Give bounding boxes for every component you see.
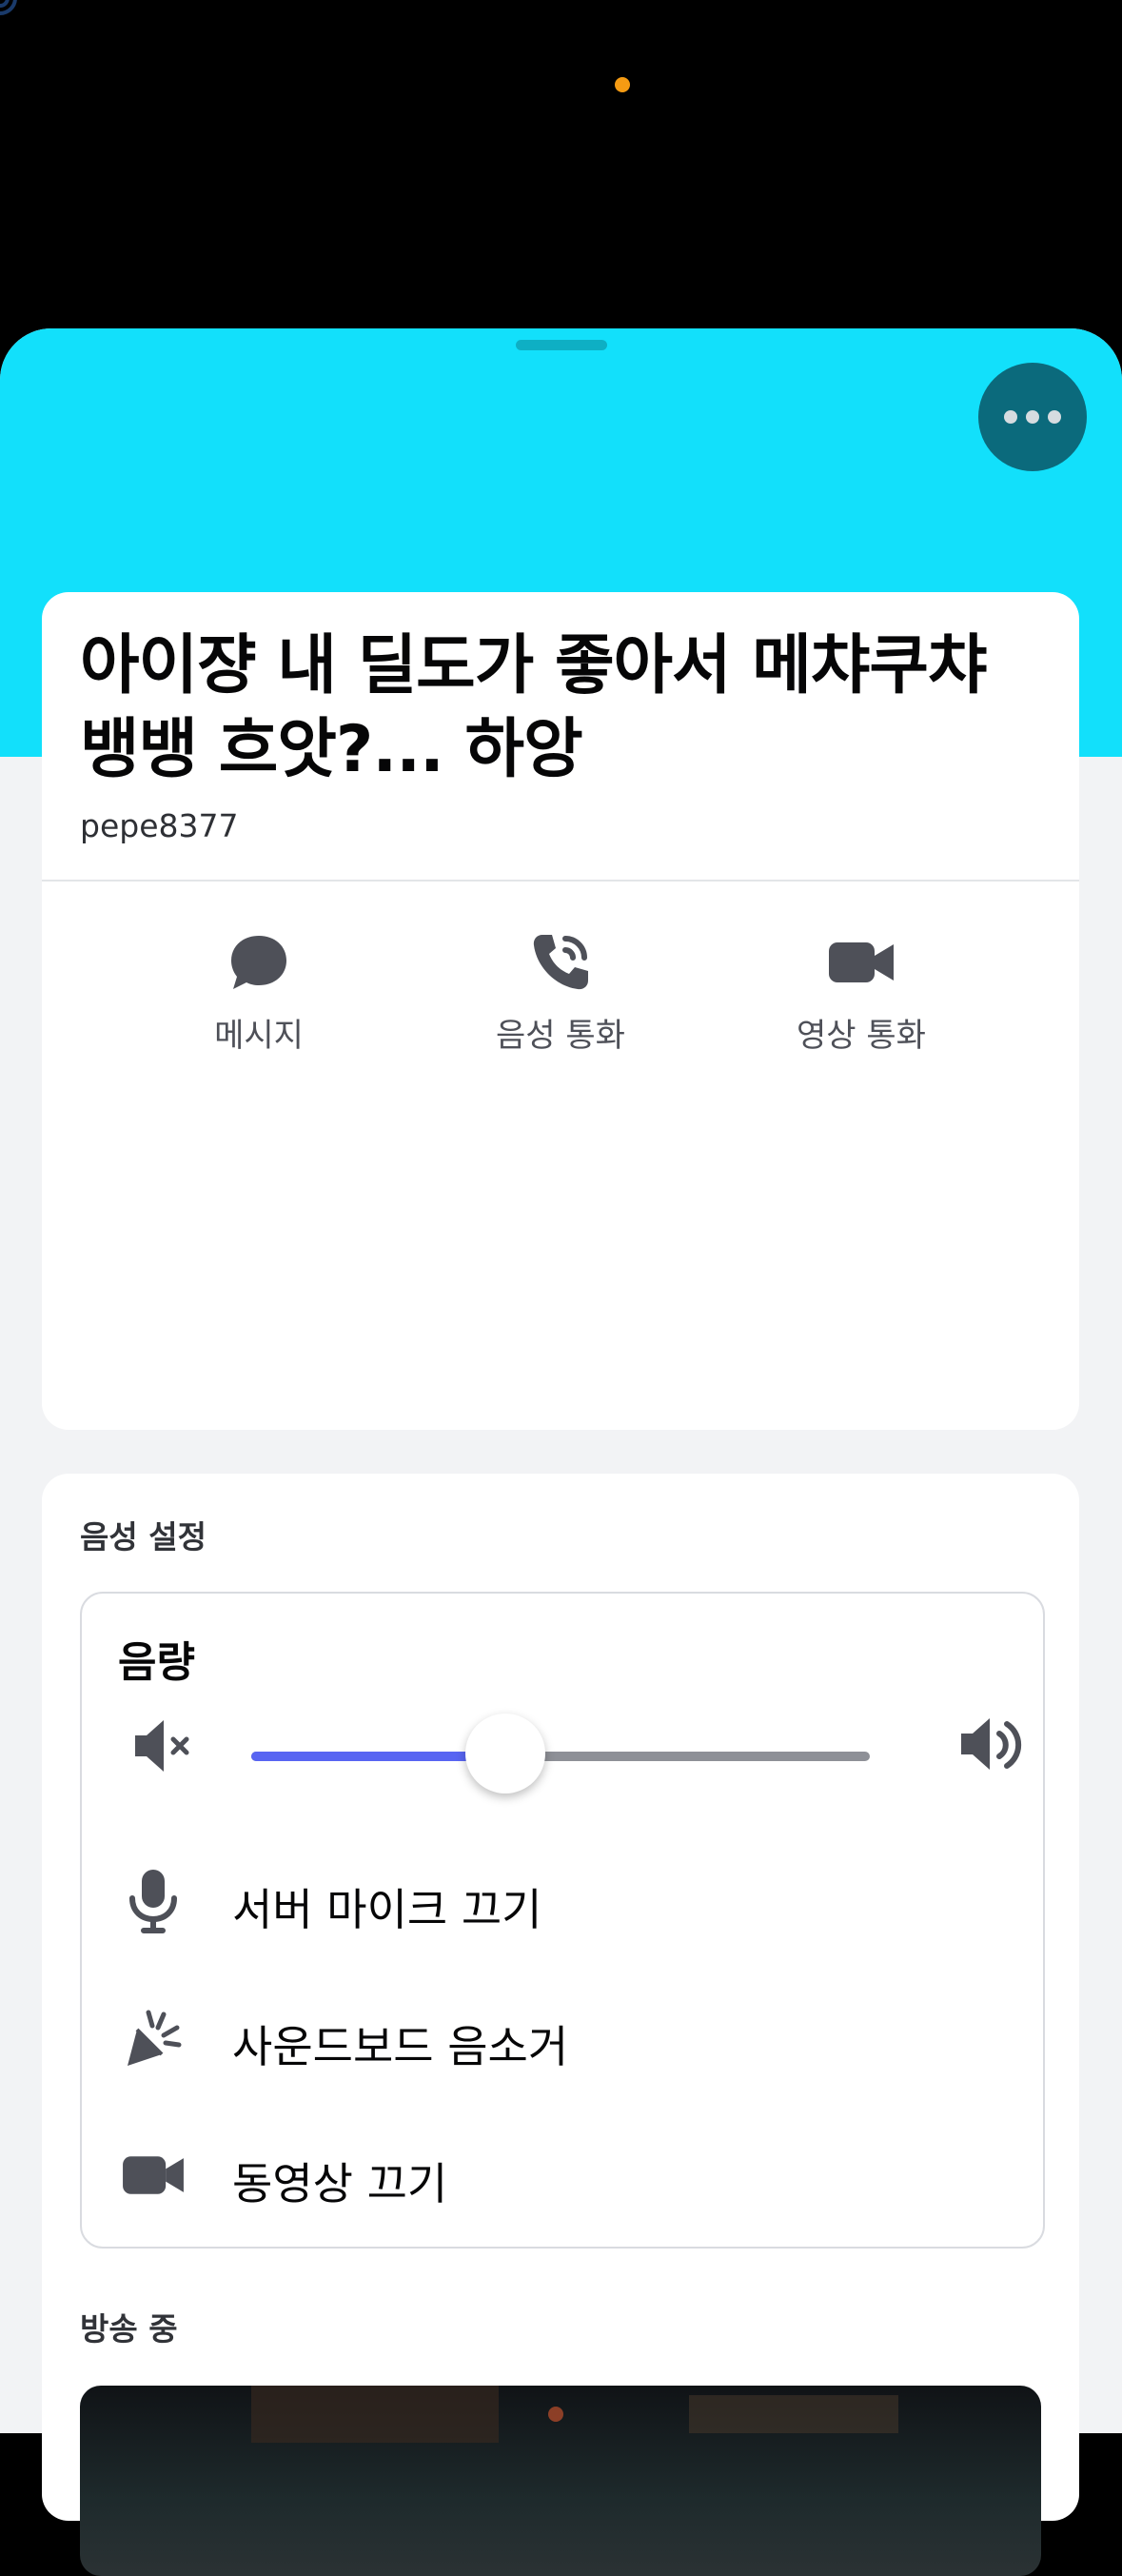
volume-slider-thumb[interactable] — [464, 1714, 545, 1793]
message-button[interactable]: 메시지 — [116, 882, 402, 1097]
video-camera-icon — [123, 2156, 184, 2194]
speaker-muted-icon[interactable] — [131, 1713, 198, 1779]
voice-settings-title: 음성 설정 — [80, 1518, 207, 1556]
dot-icon — [1026, 410, 1039, 424]
disable-video-row[interactable]: 동영상 끄기 — [82, 2125, 1043, 2220]
dot-icon — [1004, 410, 1017, 424]
dot-icon — [1048, 410, 1061, 424]
status-bar — [0, 0, 1122, 328]
video-call-label: 영상 통화 — [797, 1017, 926, 1055]
server-mute-row[interactable]: 서버 마이크 끄기 — [82, 1851, 1043, 1946]
action-bar: 메시지 음성 통화 영상 통화 — [42, 882, 1079, 1097]
video-camera-icon — [829, 942, 894, 982]
microphone-icon — [129, 1870, 177, 1933]
more-options-button[interactable] — [978, 363, 1087, 471]
message-label: 메시지 — [214, 1017, 304, 1055]
display-name: 아이쟝 내 딜도가 좋아서 메챠쿠챠 뱅뱅 흐앗?... 하앙 — [80, 628, 988, 787]
voice-call-label: 음성 통화 — [496, 1017, 625, 1055]
disable-video-label: 동영상 끄기 — [232, 2158, 448, 2209]
signal-icon — [0, 0, 17, 15]
stream-thumbnail-image — [251, 2386, 898, 2443]
username[interactable]: pepe8377 — [80, 807, 238, 844]
soundboard-icon — [128, 2010, 182, 2066]
streaming-title: 방송 중 — [80, 2310, 178, 2348]
voice-call-button[interactable]: 음성 통화 — [418, 882, 703, 1097]
chat-bubble-icon — [231, 936, 286, 989]
volume-slider[interactable] — [251, 1714, 870, 1793]
soundboard-mute-row[interactable]: 사운드보드 음소거 — [82, 1988, 1043, 2083]
video-call-button[interactable]: 영상 통화 — [718, 882, 1004, 1097]
soundboard-mute-label: 사운드보드 음소거 — [232, 2021, 569, 2072]
server-mute-label: 서버 마이크 끄기 — [232, 1884, 542, 1935]
profile-card: 아이쟝 내 딜도가 좋아서 메챠쿠챠 뱅뱅 흐앗?... 하앙 pepe8377… — [42, 592, 1079, 1430]
volume-label: 음량 — [118, 1638, 195, 1687]
voice-settings-box: 음량 서버 마이크 끄기 사운드보드 음소거 동영상 끄기 — [80, 1592, 1045, 2249]
speaker-loud-icon[interactable] — [957, 1711, 1026, 1779]
voice-settings-card: 음성 설정 음량 서버 마이크 끄기 사운드보드 음소거 동영상 끄기 방송 중 — [42, 1474, 1079, 2576]
sheet-drag-handle[interactable] — [516, 340, 607, 350]
phone-call-icon — [533, 935, 588, 990]
stream-preview[interactable] — [80, 2386, 1041, 2576]
camera-indicator-dot — [615, 77, 630, 92]
